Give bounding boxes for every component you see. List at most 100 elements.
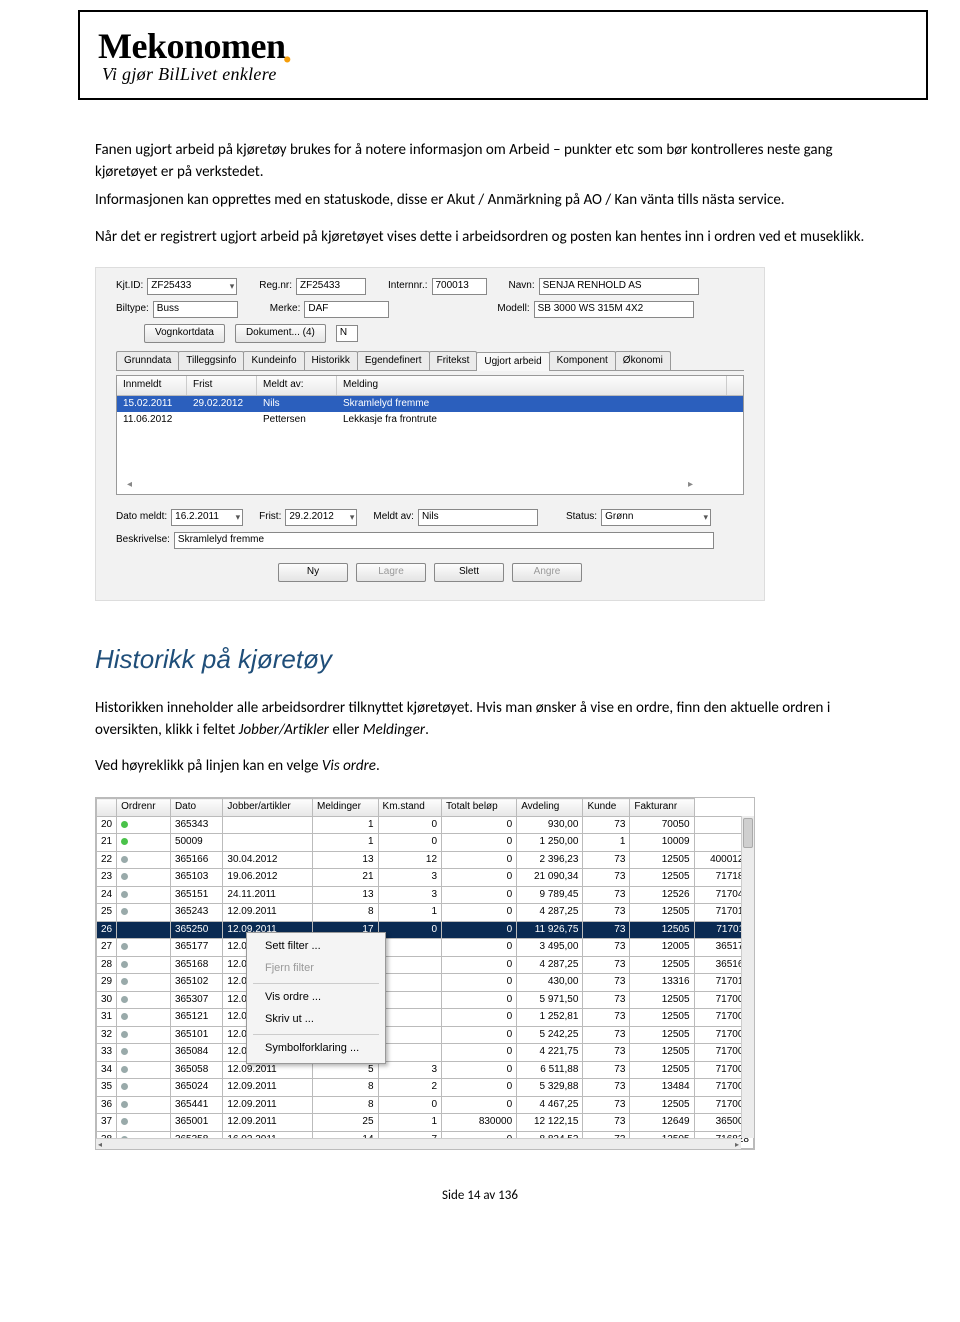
btn-angre[interactable]: Angre [512, 563, 582, 582]
table-cell: 12.09.2011 [223, 904, 313, 922]
input-navn[interactable]: SENJA RENHOLD AS [539, 278, 699, 295]
scrollbar-thumb[interactable] [743, 818, 753, 848]
list-row[interactable]: 11.06.2012PettersenLekkasje fra frontrut… [117, 412, 743, 429]
menu-item-skriv-ut[interactable]: Skriv ut ... [247, 1009, 385, 1031]
tab-strip: GrunndataTilleggsinfoKundeinfoHistorikkE… [116, 351, 744, 372]
table-header-cell[interactable]: Km.stand [378, 799, 441, 817]
btn-ny[interactable]: Ny [278, 563, 348, 582]
btn-slett[interactable]: Slett [434, 563, 504, 582]
tab-fritekst[interactable]: Fritekst [429, 351, 478, 371]
table-cell: 1 252,81 [517, 1009, 583, 1027]
table-header-cell[interactable]: Jobber/artikler [223, 799, 313, 817]
input-modell[interactable]: SB 3000 WS 315M 4X2 [534, 301, 694, 318]
table-header-cell[interactable]: Kunde [583, 799, 630, 817]
row-num: 27 [97, 939, 117, 957]
scrollbar-vertical[interactable] [741, 816, 754, 1138]
table-cell: 50009 [170, 834, 222, 852]
table-cell: 12649 [630, 1114, 694, 1132]
menu-item-symbolforklaring[interactable]: Symbolforklaring ... [247, 1038, 385, 1060]
screenshot-historikk-table: OrdrenrDatoJobber/artiklerMeldingerKm.st… [95, 797, 755, 1150]
menu-item-sett-filter[interactable]: Sett filter ... [247, 936, 385, 958]
input-frist[interactable]: 29.2.2012 [285, 509, 357, 526]
list-cell: Skramlelyd fremme [337, 396, 727, 413]
tab-ugjort-arbeid[interactable]: Ugjort arbeid [476, 352, 549, 372]
table-row[interactable]: 20365343100930,0073700500 [97, 816, 754, 834]
btn-dokument[interactable]: Dokument... (4) [235, 324, 326, 343]
list-cell: 11.06.2012 [117, 412, 187, 429]
table-cell: 365058 [170, 1061, 222, 1079]
btn-lagre[interactable]: Lagre [356, 563, 426, 582]
table-row[interactable]: 3036530712.09.201105 971,507312505717009 [97, 991, 754, 1009]
input-beskrivelse[interactable]: Skramlelyd fremme [174, 532, 714, 549]
table-cell: 0 [442, 1061, 517, 1079]
table-row[interactable]: 2836516812.09.201104 287,257312505365168 [97, 956, 754, 974]
label-frist: Frist: [259, 510, 281, 525]
input-merke[interactable]: DAF [304, 301, 389, 318]
table-row[interactable]: 2336510319.06.2012213021 090,34731250571… [97, 869, 754, 887]
btn-vognkort[interactable]: Vognkortdata [144, 324, 225, 343]
table-header-cell[interactable]: Fakturanr [630, 799, 694, 817]
input-internnr[interactable]: 700013 [432, 278, 487, 295]
table-row[interactable]: 2536524312.09.20118104 287,2573125057170… [97, 904, 754, 922]
status-dot-icon [121, 1048, 128, 1055]
table-row[interactable]: 21500091001 250,001100090 [97, 834, 754, 852]
table-cell: 12.09.2011 [223, 1114, 313, 1132]
table-header-cell[interactable] [97, 799, 117, 817]
list-header-cell[interactable]: Innmeldt [117, 376, 187, 395]
table-row[interactable]: 3536502412.09.20118205 329,8873134847170… [97, 1079, 754, 1097]
status-dot-icon [121, 961, 128, 968]
table-cell: 1 250,00 [517, 834, 583, 852]
input-n[interactable]: N [336, 325, 358, 342]
status-dot-cell [117, 1079, 171, 1097]
table-header-cell[interactable]: Totalt beløp [442, 799, 517, 817]
list-row[interactable]: 15.02.201129.02.2012NilsSkramlelyd fremm… [117, 396, 743, 413]
table-cell: 365121 [170, 1009, 222, 1027]
list-header-cell[interactable]: Melding [337, 376, 727, 395]
input-regnr[interactable]: ZF25433 [296, 278, 366, 295]
tab-komponent[interactable]: Komponent [549, 351, 616, 371]
tab-kundeinfo[interactable]: Kundeinfo [243, 351, 304, 371]
table-cell: 12505 [630, 851, 694, 869]
tab-historikk[interactable]: Historikk [304, 351, 358, 371]
table-header-cell[interactable]: Meldinger [313, 799, 379, 817]
table-header-cell[interactable]: Ordrenr [117, 799, 171, 817]
table-row[interactable]: 2636525012.09.2011170011 926,75731250571… [97, 921, 754, 939]
table-row[interactable]: 3336508412.09.201104 221,757312505717004 [97, 1044, 754, 1062]
input-kjtid[interactable]: ZF25433 [147, 278, 237, 295]
work-list[interactable]: InnmeldtFristMeldt av:Melding 15.02.2011… [116, 375, 744, 495]
table-cell: 0 [442, 834, 517, 852]
input-datomeldt[interactable]: 16.2.2011 [171, 509, 243, 526]
status-dot-cell [117, 816, 171, 834]
table-header-cell[interactable]: Avdeling [517, 799, 583, 817]
table-row[interactable]: 3736500112.09.201125183000012 122,157312… [97, 1114, 754, 1132]
table-cell [223, 834, 313, 852]
table-cell: 25 [313, 1114, 379, 1132]
table-row[interactable]: 2736517712.09.201103 495,007312005365177 [97, 939, 754, 957]
label-kjtid: Kjt.ID: [116, 279, 143, 294]
tab-økonomi[interactable]: Økonomi [615, 351, 671, 371]
menu-item-vis-ordre[interactable]: Vis ordre ... [247, 987, 385, 1009]
input-biltype[interactable]: Buss [153, 301, 238, 318]
table-row[interactable]: 2436515124.11.201113309 789,457312526717… [97, 886, 754, 904]
table-cell: 73 [583, 1061, 630, 1079]
history-table[interactable]: OrdrenrDatoJobber/artiklerMeldingerKm.st… [96, 798, 754, 1149]
table-row[interactable]: 3636544112.09.20118004 467,2573125057170… [97, 1096, 754, 1114]
table-row[interactable]: 3236510112.09.201105 242,257312505717005 [97, 1026, 754, 1044]
table-cell: 365084 [170, 1044, 222, 1062]
table-row[interactable]: 3136512112.09.201101 252,817312505717007 [97, 1009, 754, 1027]
tab-egendefinert[interactable]: Egendefinert [357, 351, 430, 371]
table-row[interactable]: 2936510212.09.20110430,007313316717010 [97, 974, 754, 992]
list-header-cell[interactable]: Frist [187, 376, 257, 395]
hist-p2: Ved høyreklikk på linjen kan en velge Vi… [95, 756, 865, 778]
table-cell [378, 956, 441, 974]
tab-grunndata[interactable]: Grunndata [116, 351, 179, 371]
table-header-cell[interactable]: Dato [170, 799, 222, 817]
row-num: 24 [97, 886, 117, 904]
tab-tilleggsinfo[interactable]: Tilleggsinfo [178, 351, 244, 371]
table-row[interactable]: 3436505812.09.20115306 511,8873125057170… [97, 1061, 754, 1079]
list-header-cell[interactable]: Meldt av: [257, 376, 337, 395]
input-meldtav[interactable]: Nils [418, 509, 538, 526]
input-status[interactable]: Grønn [601, 509, 711, 526]
scrollbar-horizontal[interactable]: ◂▸ [96, 1138, 741, 1149]
table-row[interactable]: 2236516630.04.2012131202 396,23731250540… [97, 851, 754, 869]
